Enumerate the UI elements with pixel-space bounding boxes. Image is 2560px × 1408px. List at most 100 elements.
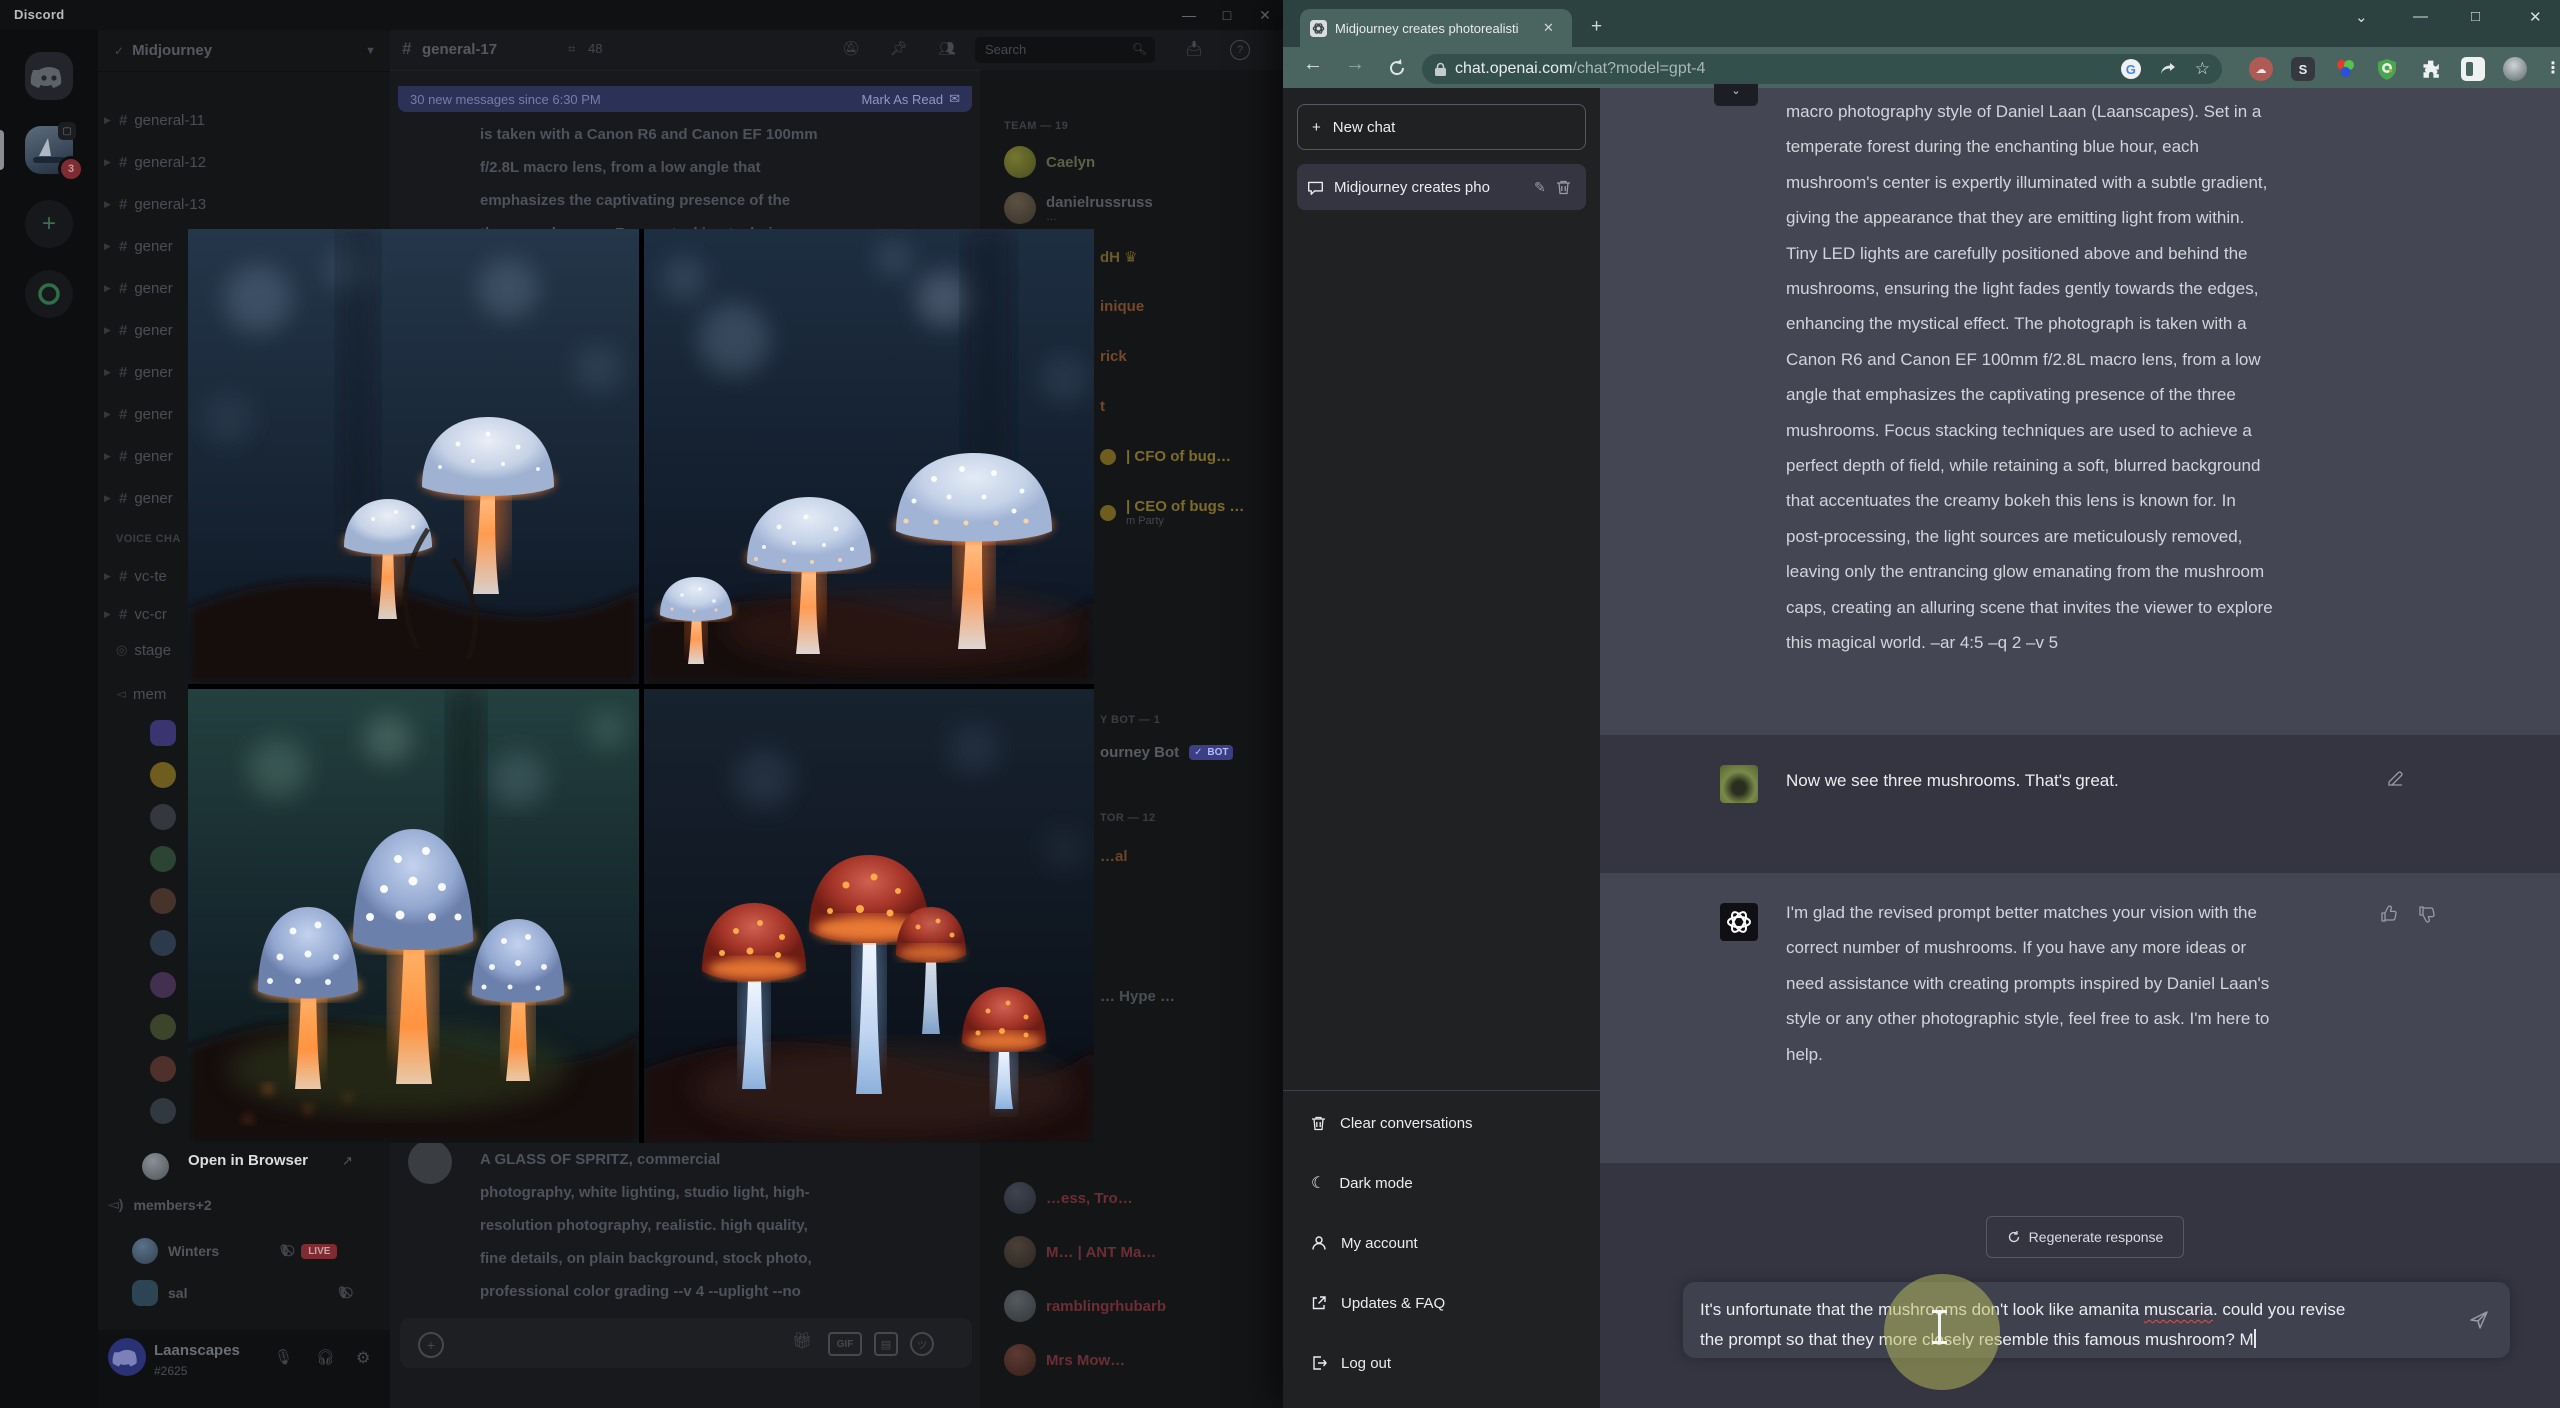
voice-user-row[interactable]: sal 🎙︎⃠ (132, 1280, 349, 1306)
channel-item[interactable]: ▶ # gener (104, 271, 173, 305)
member-row[interactable]: …ess, Tro… (1004, 1182, 1133, 1214)
generated-image-bottom-left[interactable] (188, 688, 639, 1144)
avatar[interactable] (150, 846, 176, 872)
menu-my-account[interactable]: My account (1297, 1220, 1586, 1266)
member-row[interactable]: M… | ANT Ma… (1004, 1236, 1156, 1268)
server-header[interactable]: ✓ Midjourney ▼ (98, 30, 390, 72)
extension-s-icon[interactable]: S (2291, 57, 2315, 81)
extension-claw-icon[interactable]: ☁ (2249, 57, 2273, 81)
member-row[interactable]: danielrussruss … (1004, 192, 1153, 224)
menu-clear-conversations[interactable]: Clear conversations (1297, 1100, 1586, 1146)
voice-user-row[interactable]: Winters 🎙︎⃠ LIVE (132, 1238, 338, 1264)
new-messages-banner[interactable]: 30 new messages since 6:30 PM Mark As Re… (398, 86, 972, 112)
edit-message-icon[interactable] (2386, 769, 2405, 788)
member-row[interactable]: ramblingrhubarb (1004, 1290, 1166, 1322)
bookmark-star-icon[interactable]: ☆ (2195, 59, 2210, 79)
discord-message-input[interactable]: + 🎁︎ GIF ▤ ツ (400, 1318, 972, 1368)
voice-channels-header[interactable]: VOICE CHA (116, 533, 181, 545)
close-icon[interactable]: ✕ (2529, 8, 2542, 26)
menu-log-out[interactable]: Log out (1297, 1340, 1586, 1386)
avatar[interactable] (108, 1338, 146, 1376)
back-icon[interactable]: ← (1303, 53, 1323, 76)
voice-channel-item[interactable]: ▶ # vc-cr (104, 597, 167, 631)
mark-as-read-label[interactable]: Mark As Read (861, 92, 943, 107)
channel-item[interactable]: ▶ # general-13 (104, 187, 206, 221)
member-name-fragment[interactable]: rick (1100, 348, 1127, 365)
side-panel-icon[interactable] (2461, 57, 2485, 81)
notifications-muted-icon[interactable]: 🔕︎ (842, 40, 860, 57)
help-icon[interactable]: ? (1230, 40, 1250, 60)
google-g-icon[interactable]: G (2120, 59, 2141, 79)
member-name-fragment[interactable]: | CFO of bug… (1100, 448, 1231, 465)
member-name-fragment[interactable]: inique (1100, 298, 1144, 315)
generated-image-top-left[interactable] (188, 229, 639, 684)
menu-updates-faq[interactable]: Updates & FAQ (1297, 1280, 1586, 1326)
avatar[interactable] (150, 972, 176, 998)
conversation-item[interactable]: Midjourney creates pho ✎ (1297, 164, 1586, 210)
channel-item[interactable]: ▶ # gener (104, 481, 173, 515)
image-lightbox[interactable] (188, 229, 1094, 1143)
extension-shield-icon[interactable] (2375, 57, 2399, 81)
new-tab-icon[interactable]: + (1591, 16, 1602, 38)
delete-trash-icon[interactable] (1556, 179, 1571, 195)
send-icon[interactable] (2469, 1310, 2489, 1330)
mic-icon[interactable]: 🎙︎ (274, 1348, 293, 1366)
channel-item[interactable]: ▶ # gener (104, 313, 173, 347)
member-name-fragment[interactable]: | CEO of bugs … m Party (1100, 498, 1244, 527)
external-launch-icon[interactable]: ↗ (342, 1153, 353, 1169)
thumbs-up-icon[interactable] (2380, 905, 2398, 923)
upload-plus-icon[interactable]: + (418, 1332, 444, 1358)
profile-avatar[interactable] (2503, 57, 2527, 81)
avatar[interactable] (150, 1056, 176, 1082)
headphones-icon[interactable]: 🎧︎ (316, 1348, 335, 1366)
sticker-icon[interactable]: ▤ (874, 1332, 898, 1356)
member-list-icon[interactable]: 👥︎ (938, 40, 956, 57)
share-icon[interactable] (2159, 61, 2177, 77)
avatar[interactable] (150, 720, 176, 746)
gif-icon[interactable]: GIF (828, 1332, 862, 1356)
avatar[interactable] (150, 888, 176, 914)
extensions-puzzle-icon[interactable] (2419, 57, 2443, 81)
channel-item[interactable]: ▶ # gener (104, 229, 173, 263)
regenerate-response-button[interactable]: Regenerate response (1986, 1216, 2184, 1258)
browser-tab[interactable]: Midjourney creates photorealisti ✕ (1300, 9, 1572, 47)
explore-server-button[interactable] (25, 270, 73, 318)
generated-image-top-right[interactable] (643, 229, 1095, 684)
tab-search-chevron-icon[interactable]: ⌄ (2355, 8, 2368, 26)
voice-channel-item[interactable]: ◅ mem (116, 677, 166, 711)
member-row[interactable]: Caelyn (1004, 146, 1095, 178)
pinned-messages-icon[interactable]: 📌︎ (890, 40, 908, 57)
avatar[interactable] (150, 762, 176, 788)
voice-channel-item[interactable]: ▶ # vc-te (104, 559, 167, 593)
search-input[interactable]: Search 🔍︎ (975, 37, 1155, 63)
reload-icon[interactable] (1387, 58, 1407, 78)
discord-home-button[interactable] (25, 52, 73, 100)
new-chat-button[interactable]: + New chat (1297, 104, 1586, 150)
generated-image-bottom-right[interactable] (643, 688, 1095, 1144)
avatar[interactable] (150, 1098, 176, 1124)
emoji-icon[interactable]: ツ (910, 1332, 934, 1356)
member-name-fragment[interactable]: … Hype … (1100, 988, 1175, 1005)
stage-channel-item[interactable]: ◎ stage (116, 633, 171, 667)
member-name-fragment[interactable]: dH ♛ (1100, 248, 1138, 266)
close-icon[interactable]: ✕ (1251, 6, 1279, 24)
member-row-bot[interactable]: ourney Bot ✓ BOT (1100, 744, 1234, 761)
tab-close-icon[interactable]: ✕ (1543, 20, 1554, 36)
rename-pencil-icon[interactable]: ✎ (1534, 179, 1546, 196)
settings-gear-icon[interactable]: ⚙ (356, 1348, 370, 1368)
gift-icon[interactable]: 🎁︎ (792, 1331, 812, 1351)
channel-item[interactable]: ▶ # gener (104, 397, 173, 431)
channel-item[interactable]: ▶ # gener (104, 355, 173, 389)
channel-item[interactable]: ▶ # general-12 (104, 145, 206, 179)
open-in-browser-link[interactable]: Open in Browser (188, 1152, 308, 1169)
extension-rgb-icon[interactable] (2333, 57, 2357, 81)
url-bar[interactable]: chat.openai.com/chat?model=gpt-4 G ☆ (1422, 54, 2222, 84)
member-name-fragment[interactable]: …al (1100, 848, 1128, 865)
maximize-icon[interactable]: □ (1213, 6, 1241, 24)
avatar[interactable] (150, 1014, 176, 1040)
avatar[interactable] (150, 930, 176, 956)
channel-item[interactable]: ▶ # general-11 (104, 103, 205, 137)
chat-input[interactable]: It's unfortunate that the mushrooms don'… (1683, 1282, 2510, 1358)
add-server-button[interactable]: + (25, 200, 73, 248)
threads-icon[interactable]: ⌗ (568, 41, 575, 57)
